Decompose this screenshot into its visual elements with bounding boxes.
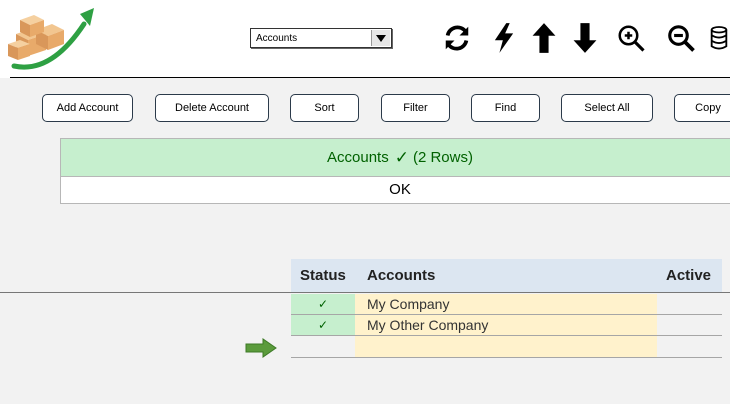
- column-header-active[interactable]: Active: [666, 259, 711, 292]
- query-result-panel: Accounts ✓ (2 Rows) OK: [60, 138, 730, 204]
- account-cell[interactable]: [355, 336, 657, 357]
- account-cell[interactable]: My Other Company: [355, 315, 657, 335]
- refresh-button[interactable]: [440, 20, 474, 56]
- add-account-button[interactable]: Add Account: [42, 94, 133, 122]
- grid-header: Status Accounts Active: [291, 259, 722, 292]
- zoom-in-button[interactable]: [614, 20, 648, 56]
- table-row[interactable]: ✓ My Company: [291, 294, 722, 315]
- lightning-icon: [494, 23, 514, 53]
- zoom-out-icon: [668, 25, 695, 52]
- sort-button[interactable]: Sort: [290, 94, 359, 122]
- copy-button[interactable]: Copy: [674, 94, 730, 122]
- status-cell: ✓: [291, 315, 355, 335]
- run-button[interactable]: [487, 20, 521, 56]
- zoom-out-button[interactable]: [664, 20, 698, 56]
- status-cell: [291, 336, 355, 356]
- arrow-down-icon: [573, 23, 597, 53]
- active-cell[interactable]: [657, 294, 722, 314]
- refresh-icon: [445, 25, 469, 51]
- table-row-new[interactable]: [291, 336, 722, 358]
- delete-account-button[interactable]: Delete Account: [155, 94, 269, 122]
- select-all-button[interactable]: Select All: [561, 94, 653, 122]
- status-cell: ✓: [291, 294, 355, 314]
- account-type-select-value: Accounts: [256, 33, 298, 44]
- account-type-select[interactable]: Accounts: [250, 28, 392, 48]
- column-header-accounts[interactable]: Accounts: [367, 259, 435, 292]
- header-divider: [10, 77, 730, 78]
- query-result-row-count: (2 Rows): [412, 149, 473, 166]
- database-icon: [710, 26, 728, 50]
- active-cell[interactable]: [657, 336, 722, 356]
- chevron-down-icon[interactable]: [371, 30, 390, 46]
- move-down-button[interactable]: [568, 20, 602, 56]
- query-result-title: Accounts: [327, 149, 389, 166]
- zoom-in-icon: [618, 25, 645, 52]
- query-result-message: OK: [389, 181, 411, 198]
- app-header: Accounts: [0, 0, 730, 78]
- query-result-header: Accounts ✓ (2 Rows): [61, 139, 730, 177]
- check-icon: ✓: [394, 147, 409, 167]
- arrow-up-icon: [532, 23, 556, 53]
- filter-button[interactable]: Filter: [381, 94, 450, 122]
- grid-header-divider: [0, 292, 730, 293]
- database-button[interactable]: [708, 20, 730, 56]
- move-up-button[interactable]: [527, 20, 561, 56]
- account-cell[interactable]: My Company: [355, 294, 657, 314]
- column-header-status[interactable]: Status: [300, 259, 346, 292]
- active-cell[interactable]: [657, 315, 722, 335]
- table-row[interactable]: ✓ My Other Company: [291, 315, 722, 336]
- boxes-growth-logo: [8, 8, 94, 70]
- find-button[interactable]: Find: [471, 94, 540, 122]
- current-row-arrow-icon: [245, 338, 277, 358]
